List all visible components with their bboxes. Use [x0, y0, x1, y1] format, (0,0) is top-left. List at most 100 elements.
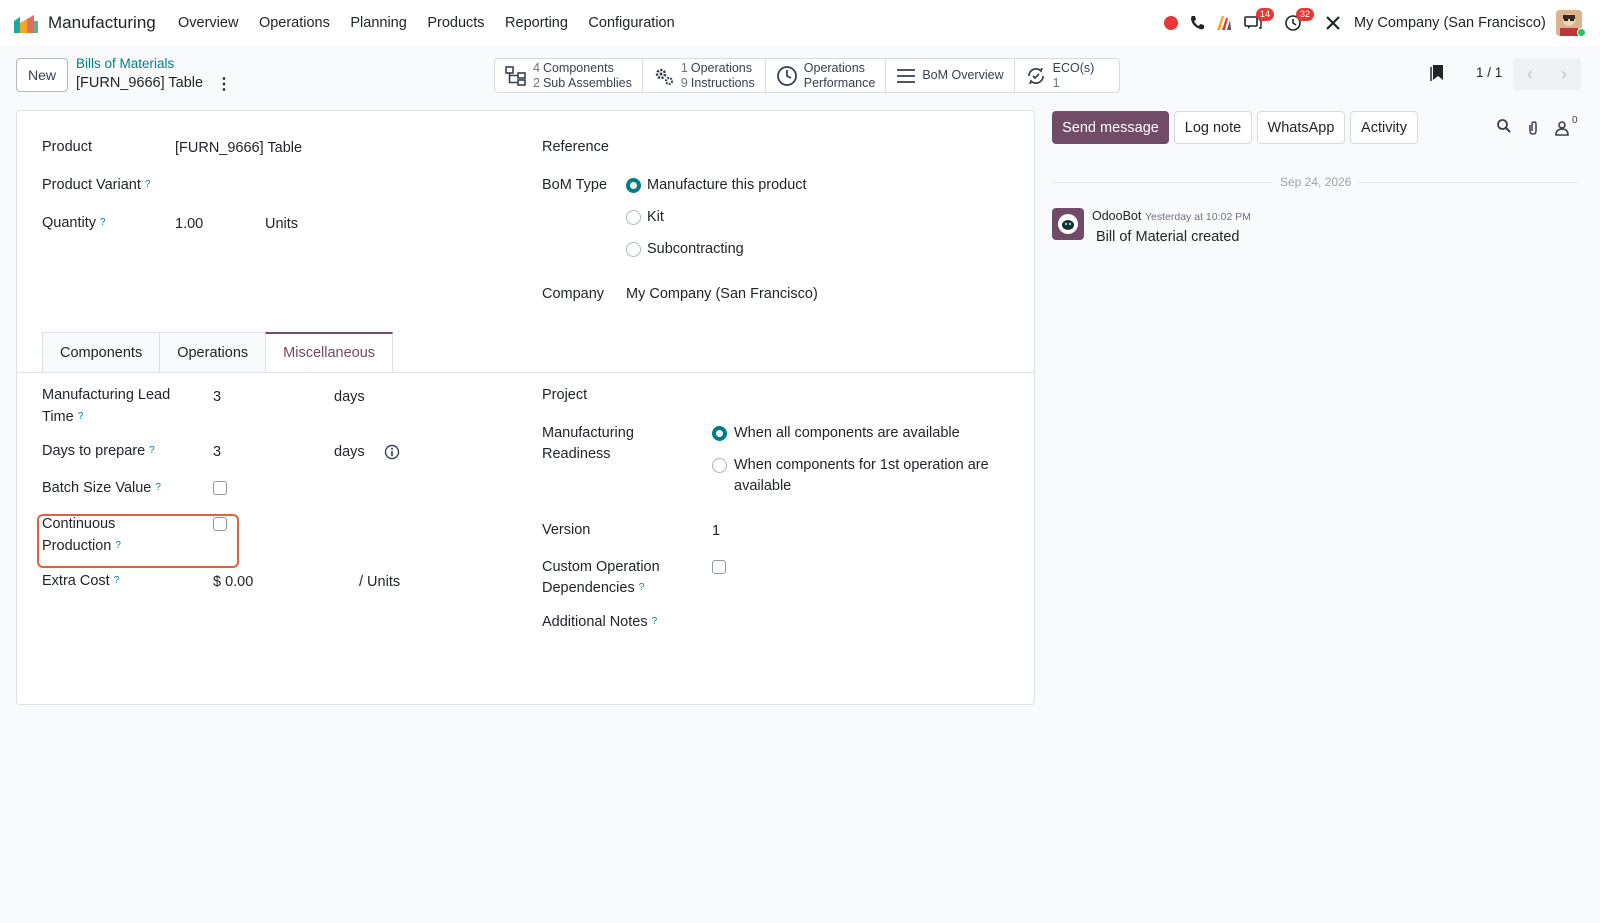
record-icon[interactable]: [1162, 14, 1180, 32]
operations-smart-button[interactable]: 1 Operations 9 Instructions: [643, 59, 766, 92]
lead-time-field[interactable]: 3: [213, 386, 221, 408]
pager-next-button[interactable]: ›: [1547, 58, 1581, 90]
components-smart-button[interactable]: 4 Components 2 Sub Assemblies: [495, 59, 643, 92]
menu-planning[interactable]: Planning: [350, 15, 406, 31]
message-body: Bill of Material created: [1096, 229, 1240, 245]
bom-type-kit-label[interactable]: Kit: [647, 206, 664, 228]
custom-dependencies-label-line2: Dependencies?: [542, 580, 645, 596]
reference-label: Reference: [542, 139, 609, 155]
product-label: Product: [42, 139, 92, 155]
phone-icon[interactable]: [1188, 14, 1206, 32]
info-icon[interactable]: [384, 444, 400, 460]
continuous-production-checkbox[interactable]: [213, 517, 227, 531]
log-note-button[interactable]: Log note: [1174, 111, 1252, 144]
tab-operations[interactable]: Operations: [159, 332, 267, 372]
bom-type-manufacture-radio[interactable]: [626, 178, 641, 193]
days-to-prepare-field[interactable]: 3: [213, 441, 221, 463]
quantity-uom-field[interactable]: Units: [265, 213, 298, 235]
version-label: Version: [542, 522, 591, 538]
batch-size-label: Batch Size Value?: [42, 480, 161, 496]
help-icon[interactable]: ?: [149, 445, 155, 456]
custom-dependencies-label: Custom Operation: [542, 559, 660, 575]
extra-cost-unit: / Units: [359, 574, 401, 590]
company-switcher[interactable]: My Company (San Francisco): [1354, 15, 1546, 31]
continuous-production-label-line2: Production?: [42, 538, 121, 554]
messages-badge: 14: [1256, 8, 1275, 21]
bom-overview-smart-button[interactable]: BoM Overview: [886, 59, 1015, 92]
pager-value[interactable]: 1 / 1: [1476, 65, 1502, 80]
whatsapp-button[interactable]: WhatsApp: [1257, 111, 1345, 144]
additional-notes-label: Additional Notes?: [542, 614, 658, 630]
ai-icon[interactable]: [1215, 14, 1233, 32]
extra-cost-field[interactable]: $ 0.00: [213, 571, 253, 593]
app-name[interactable]: Manufacturing: [48, 13, 156, 33]
search-icon[interactable]: [1496, 118, 1512, 134]
pager-previous-button[interactable]: ‹: [1513, 58, 1547, 90]
help-icon[interactable]: ?: [652, 616, 658, 627]
date-separator-label: Sep 24, 2026: [1272, 175, 1360, 189]
actions-menu-icon[interactable]: ⋮: [216, 74, 232, 94]
company-field[interactable]: My Company (San Francisco): [626, 283, 818, 305]
extra-cost-label: Extra Cost?: [42, 573, 120, 589]
activities-badge: 32: [1296, 8, 1315, 21]
tools-icon[interactable]: [1324, 14, 1342, 32]
hierarchy-icon: [505, 65, 526, 86]
menu-reporting[interactable]: Reporting: [505, 15, 568, 31]
custom-dependencies-checkbox[interactable]: [712, 560, 726, 574]
help-icon[interactable]: ?: [78, 411, 84, 422]
breadcrumb-bills-of-materials[interactable]: Bills of Materials: [76, 56, 174, 71]
readiness-first-operation-label[interactable]: When components for 1st operation are: [734, 454, 989, 476]
menu-products[interactable]: Products: [427, 15, 484, 31]
readiness-all-components-label[interactable]: When all components are available: [734, 422, 960, 444]
help-icon[interactable]: ?: [155, 482, 161, 493]
version-field[interactable]: 1: [712, 520, 720, 542]
product-field[interactable]: [FURN_9666] Table: [175, 137, 302, 159]
help-icon[interactable]: ?: [145, 179, 151, 190]
robot-icon: [1058, 214, 1078, 234]
reference-field[interactable]: [626, 136, 1006, 158]
readiness-first-operation-label-line2[interactable]: available: [734, 475, 791, 497]
performance-smart-button[interactable]: Operations Performance: [766, 59, 887, 92]
lead-time-unit: days: [334, 389, 365, 405]
menu-operations[interactable]: Operations: [259, 15, 330, 31]
company-label: Company: [542, 286, 605, 302]
send-message-button[interactable]: Send message: [1052, 111, 1169, 144]
readiness-first-operation-radio[interactable]: [712, 458, 727, 473]
menu-overview[interactable]: Overview: [178, 15, 238, 31]
new-button[interactable]: New: [16, 58, 68, 92]
clock-icon: [776, 65, 797, 86]
activity-button[interactable]: Activity: [1350, 111, 1418, 144]
batch-size-checkbox[interactable]: [213, 481, 227, 495]
bom-type-subcontracting-radio[interactable]: [626, 242, 641, 257]
tab-components[interactable]: Components: [42, 332, 161, 372]
main-menu: Overview Operations Planning Products Re…: [178, 15, 695, 31]
eco-smart-button[interactable]: ECO(s) 1: [1015, 59, 1119, 92]
continuous-production-label: Continuous: [42, 516, 116, 532]
message-author[interactable]: OdooBot: [1092, 209, 1141, 223]
gears-icon: [655, 68, 673, 85]
refresh-check-icon: [1027, 67, 1044, 84]
product-variant-field[interactable]: [175, 174, 445, 196]
notebook-tabs: Components Operations Miscellaneous: [42, 332, 394, 372]
help-icon[interactable]: ?: [100, 217, 106, 228]
followers-icon[interactable]: [1555, 120, 1571, 136]
lead-time-label: Manufacturing Lead: [42, 387, 171, 403]
quantity-field[interactable]: 1.00: [175, 213, 203, 235]
readiness-all-components-radio[interactable]: [712, 426, 727, 441]
bom-type-subcontracting-label[interactable]: Subcontracting: [647, 238, 744, 260]
help-icon[interactable]: ?: [115, 540, 121, 551]
manufacturing-app-icon[interactable]: [12, 13, 40, 35]
top-navbar: Manufacturing Overview Operations Planni…: [0, 0, 1600, 46]
project-field[interactable]: [712, 384, 1002, 406]
help-icon[interactable]: ?: [114, 575, 120, 586]
menu-configuration[interactable]: Configuration: [588, 15, 674, 31]
bom-type-manufacture-label[interactable]: Manufacture this product: [647, 174, 807, 196]
tab-miscellaneous[interactable]: Miscellaneous: [265, 332, 394, 372]
tab-divider: [17, 372, 1034, 373]
help-icon[interactable]: ?: [639, 582, 645, 593]
readiness-label-line2: Readiness: [542, 446, 611, 462]
bookmark-icon[interactable]: [1430, 64, 1444, 82]
paperclip-icon[interactable]: [1526, 120, 1540, 136]
bom-type-kit-radio[interactable]: [626, 210, 641, 225]
odoobot-avatar[interactable]: [1052, 208, 1084, 240]
